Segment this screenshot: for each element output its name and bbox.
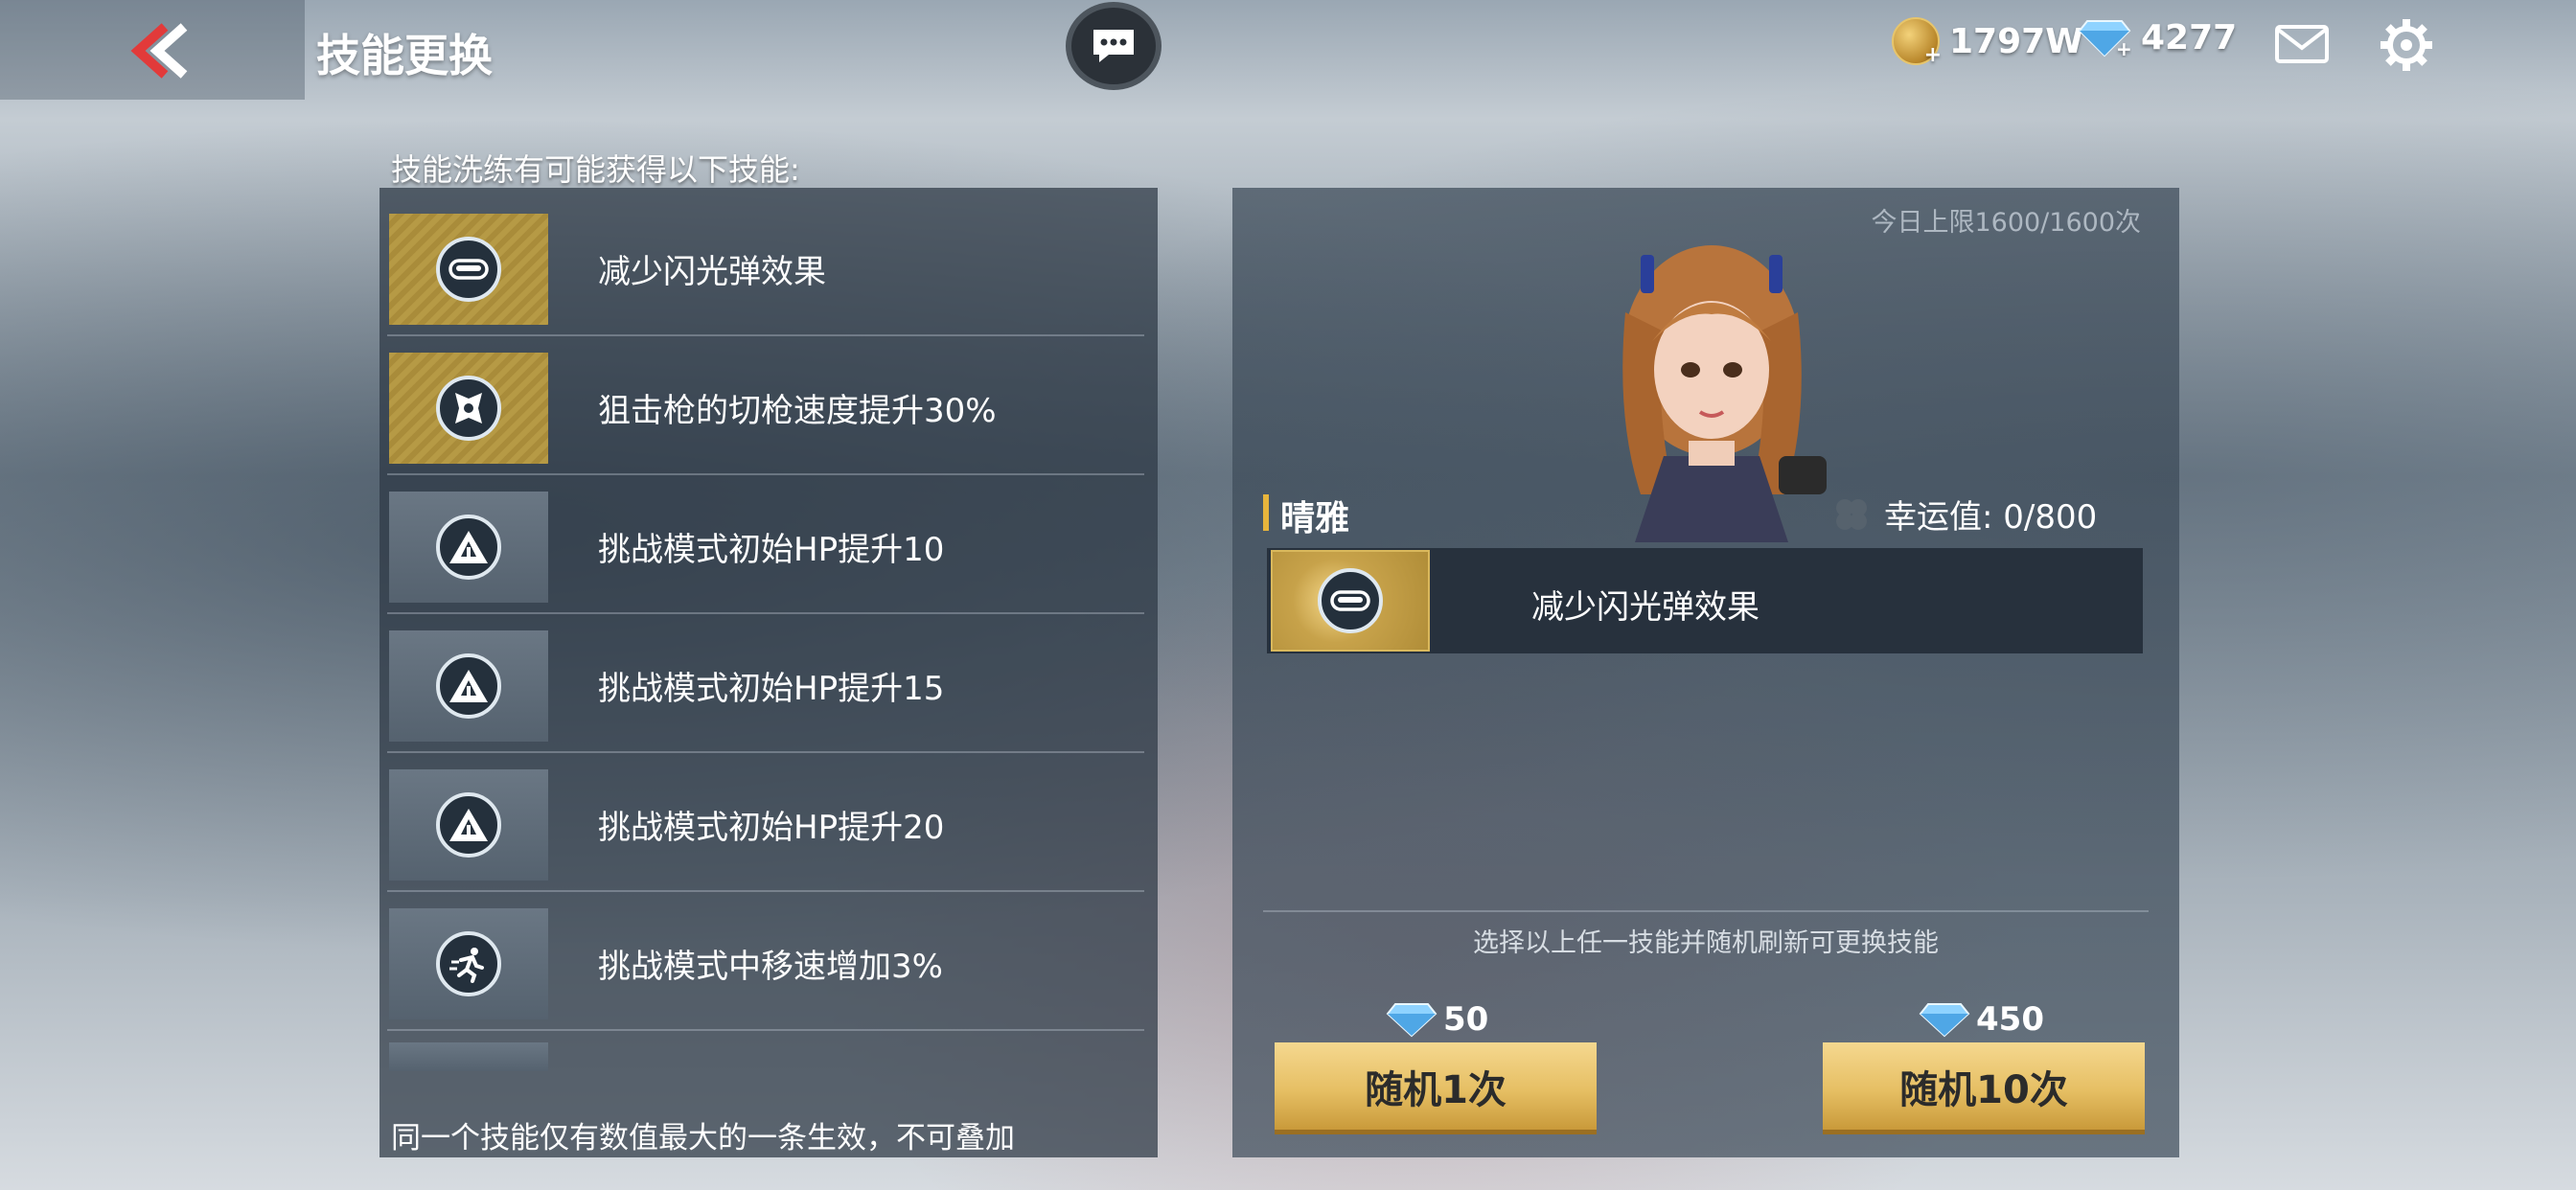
skill-icon-frame xyxy=(389,1042,548,1071)
triangle-emblem-icon xyxy=(449,670,488,702)
daily-limit-text: 今日上限1600/1600次 xyxy=(1871,208,2141,238)
triangle-emblem-icon xyxy=(449,809,488,841)
back-button[interactable] xyxy=(125,21,201,80)
skill-pool-caption: 技能洗练有可能获得以下技能: xyxy=(391,151,800,188)
skill-label: 狙击枪的切枪速度提升30% xyxy=(598,392,997,430)
skill-pool-panel: 减少闪光弹效果 狙击枪的切枪速度提升30% 挑战模式初始HP提升10 挑战模式初… xyxy=(380,188,1158,1157)
skill-icon-frame xyxy=(389,214,548,325)
luck-value: 幸运值: 0/800 xyxy=(1830,491,2097,538)
skill-row[interactable]: 狙击枪的切枪速度提升30% xyxy=(387,336,1144,475)
skill-icon-frame xyxy=(389,630,548,742)
skill-row-partial[interactable] xyxy=(387,1031,1144,1088)
skill-label: 挑战模式初始HP提升10 xyxy=(598,531,945,569)
skill-label: 挑战模式初始HP提升20 xyxy=(598,809,945,847)
skill-row[interactable]: 挑战模式初始HP提升20 xyxy=(387,753,1144,892)
skill-stack-note: 同一个技能仅有数值最大的一条生效，不可叠加 xyxy=(391,1121,1015,1156)
gold-currency[interactable]: + 1797W xyxy=(1892,17,2083,67)
svg-text:+: + xyxy=(2116,37,2131,57)
divider xyxy=(1263,910,2149,912)
mail-icon xyxy=(2275,25,2329,63)
diamond-icon: + xyxy=(2078,20,2131,57)
skill-label: 挑战模式中移速增加3% xyxy=(598,948,943,986)
skill-row[interactable]: 挑战模式初始HP提升15 xyxy=(387,614,1144,753)
random-once-label: 随机1次 xyxy=(1365,1067,1506,1112)
diamond-icon xyxy=(1919,1003,1970,1038)
goggles-icon xyxy=(1330,590,1370,611)
cost-ten-value: 450 xyxy=(1976,1000,2044,1039)
random-ten-label: 随机10次 xyxy=(1899,1067,2068,1112)
settings-button[interactable] xyxy=(2379,17,2434,73)
skill-icon-frame xyxy=(389,769,548,881)
chat-bubble-icon xyxy=(1093,30,1134,62)
page-title: 技能更换 xyxy=(316,30,493,81)
name-accent-bar xyxy=(1263,494,1269,531)
character-name: 晴雅 xyxy=(1280,499,1350,538)
skill-label: 挑战模式初始HP提升15 xyxy=(598,670,945,708)
cost-ten: 450 xyxy=(1919,1000,2044,1039)
chat-button[interactable] xyxy=(1066,2,1162,90)
skill-row[interactable]: 挑战模式初始HP提升10 xyxy=(387,475,1144,614)
mail-button[interactable] xyxy=(2275,25,2329,63)
reroll-hint: 选择以上任一技能并随机刷新可更换技能 xyxy=(1473,928,1939,958)
current-skill-label: 减少闪光弹效果 xyxy=(1531,588,1760,627)
skill-icon-frame xyxy=(389,492,548,603)
back-chevron-icon xyxy=(130,23,188,79)
current-skill-slot[interactable]: 减少闪光弹效果 xyxy=(1267,548,2143,653)
random-once-button[interactable]: 随机1次 xyxy=(1275,1042,1597,1134)
skill-label: 减少闪光弹效果 xyxy=(598,253,826,291)
skill-row[interactable]: 挑战模式中移速增加3% xyxy=(387,892,1144,1031)
gold-amount: 1797W xyxy=(1949,21,2083,61)
reroll-panel: 今日上限1600/1600次 晴雅 幸运值: 0/800 减少闪光弹效果 选择以… xyxy=(1232,188,2179,1157)
clover-icon xyxy=(1836,498,1867,530)
goggles-icon xyxy=(448,259,489,280)
skill-row[interactable]: 减少闪光弹效果 xyxy=(387,197,1144,336)
cost-single: 50 xyxy=(1386,1000,1488,1039)
diamond-currency[interactable]: + 4277 xyxy=(2078,17,2237,57)
skill-pool-list[interactable]: 减少闪光弹效果 狙击枪的切枪速度提升30% 挑战模式初始HP提升10 挑战模式初… xyxy=(387,197,1144,1088)
diamond-amount: 4277 xyxy=(2141,17,2238,57)
skill-icon-frame xyxy=(1271,550,1430,652)
skill-icon-frame xyxy=(389,353,548,464)
skill-icon-frame xyxy=(389,908,548,1019)
luck-label: 幸运值: 0/800 xyxy=(1884,498,2098,537)
diamond-icon xyxy=(1386,1003,1438,1038)
character-portrait xyxy=(1622,245,1827,542)
triangle-emblem-icon xyxy=(449,531,488,563)
running-icon xyxy=(449,948,484,983)
random-ten-button[interactable]: 随机10次 xyxy=(1823,1042,2145,1134)
gear-icon xyxy=(2380,19,2432,71)
cost-single-value: 50 xyxy=(1443,1000,1489,1039)
sniper-emblem-icon xyxy=(455,393,482,423)
gold-coin-icon: + xyxy=(1892,17,1942,67)
